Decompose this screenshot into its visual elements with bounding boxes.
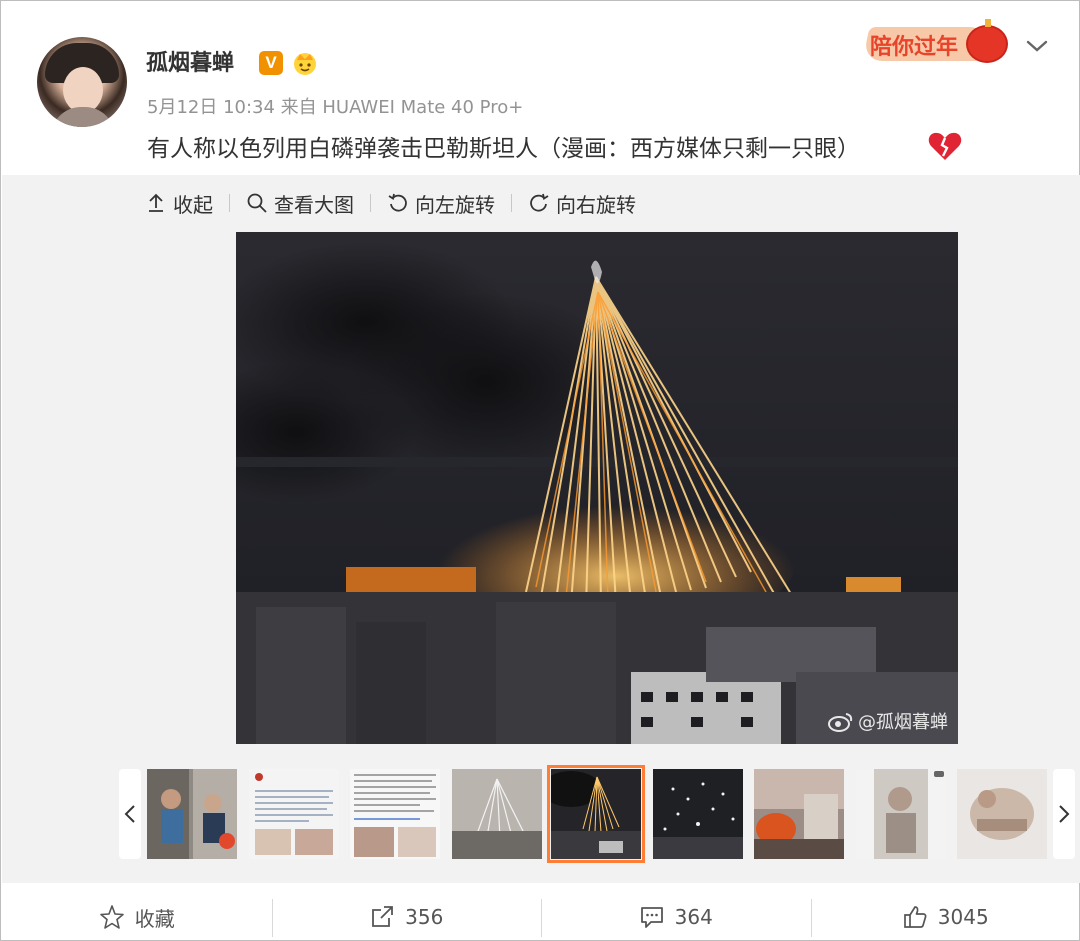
image-toolbar: 收起 查看大图 向左旋转 向右旋转 <box>145 188 636 218</box>
crown-icon <box>294 53 316 75</box>
chevron-right-icon <box>1059 805 1070 823</box>
view-large-label: 查看大图 <box>274 192 354 217</box>
main-photo[interactable]: @孤烟暮蝉 <box>236 232 958 744</box>
repost-count: 356 <box>405 905 444 929</box>
chevron-down-icon[interactable] <box>1025 37 1049 55</box>
username[interactable]: 孤烟暮蝉 <box>146 45 234 77</box>
thumbnail-7[interactable] <box>754 769 844 859</box>
favorite-button[interactable]: 收藏 <box>2 893 272 941</box>
thumb-prev-button[interactable] <box>119 769 141 859</box>
collapse-button[interactable]: 收起 <box>145 189 213 218</box>
thumbnail-image <box>249 769 339 859</box>
thumbnail-image <box>551 769 641 859</box>
action-bar: 收藏 356 364 3045 <box>2 893 1080 941</box>
comment-count: 364 <box>674 905 713 929</box>
thumbnail-image <box>452 769 542 859</box>
thumbnail-6[interactable] <box>653 769 743 859</box>
thumbnail-image <box>350 769 440 859</box>
comment-button[interactable]: 364 <box>541 893 811 941</box>
weibo-post-card: 孤烟暮蝉 V 5月12日 10:34 来自 HUAWEI Mate 40 Pro… <box>0 0 1080 941</box>
thumbnail-3[interactable] <box>350 769 440 859</box>
thumbnail-1[interactable] <box>147 769 237 859</box>
watermark-text: @孤烟暮蝉 <box>858 712 948 733</box>
share-icon <box>372 906 394 927</box>
search-icon <box>247 193 267 213</box>
thumbnail-8[interactable] <box>856 769 946 859</box>
chevron-left-icon <box>124 805 135 823</box>
thumbnail-image <box>754 769 844 859</box>
image-watermark: @孤烟暮蝉 <box>828 708 948 734</box>
favorite-label: 收藏 <box>134 906 175 931</box>
thumbnail-2[interactable] <box>249 769 339 859</box>
festival-badge[interactable]: 陪你过年 <box>862 15 1016 67</box>
collapse-icon <box>149 193 163 212</box>
rotate-right-icon <box>530 193 549 212</box>
thumbs-up-icon <box>903 906 927 928</box>
avatar-shirt <box>51 107 115 127</box>
like-count: 3045 <box>937 905 989 929</box>
rotate-right-label: 向右旋转 <box>556 192 636 217</box>
white-phosphorus-photo <box>236 232 958 744</box>
toolbar-divider <box>511 194 512 212</box>
thumbnail-5[interactable] <box>547 765 645 863</box>
avatar[interactable] <box>37 37 127 127</box>
lantern-icon <box>966 19 1008 63</box>
thumb-next-button[interactable] <box>1053 769 1075 859</box>
like-button[interactable]: 3045 <box>810 893 1080 941</box>
broken-heart-icon <box>928 132 962 160</box>
star-icon <box>99 905 124 929</box>
thumbnail-9[interactable] <box>957 769 1047 859</box>
thumbnail-image <box>147 769 237 859</box>
rotate-left-label: 向左旋转 <box>415 192 495 217</box>
badge-text: 陪你过年 <box>870 35 959 60</box>
post-meta: 5月12日 10:34 来自 HUAWEI Mate 40 Pro+ <box>147 97 524 118</box>
repost-button[interactable]: 356 <box>271 893 542 941</box>
toolbar-divider <box>370 194 371 212</box>
thumbnail-image <box>856 769 946 859</box>
rotate-right-button[interactable]: 向右旋转 <box>528 189 636 218</box>
weibo-logo-icon <box>828 713 853 732</box>
comment-icon <box>640 907 663 928</box>
post-text: 有人称以色列用白磷弹袭击巴勒斯坦人（漫画：西方媒体只剩一只眼） <box>147 136 860 162</box>
thumbnail-image <box>653 769 743 859</box>
toolbar-divider <box>229 194 230 212</box>
verified-badge: V <box>259 51 283 75</box>
view-large-button[interactable]: 查看大图 <box>246 189 354 218</box>
thumbnail-4[interactable] <box>452 769 542 859</box>
collapse-label: 收起 <box>173 192 213 217</box>
rotate-left-button[interactable]: 向左旋转 <box>387 189 495 218</box>
rotate-left-icon <box>388 193 407 212</box>
thumbnail-image <box>957 769 1047 859</box>
